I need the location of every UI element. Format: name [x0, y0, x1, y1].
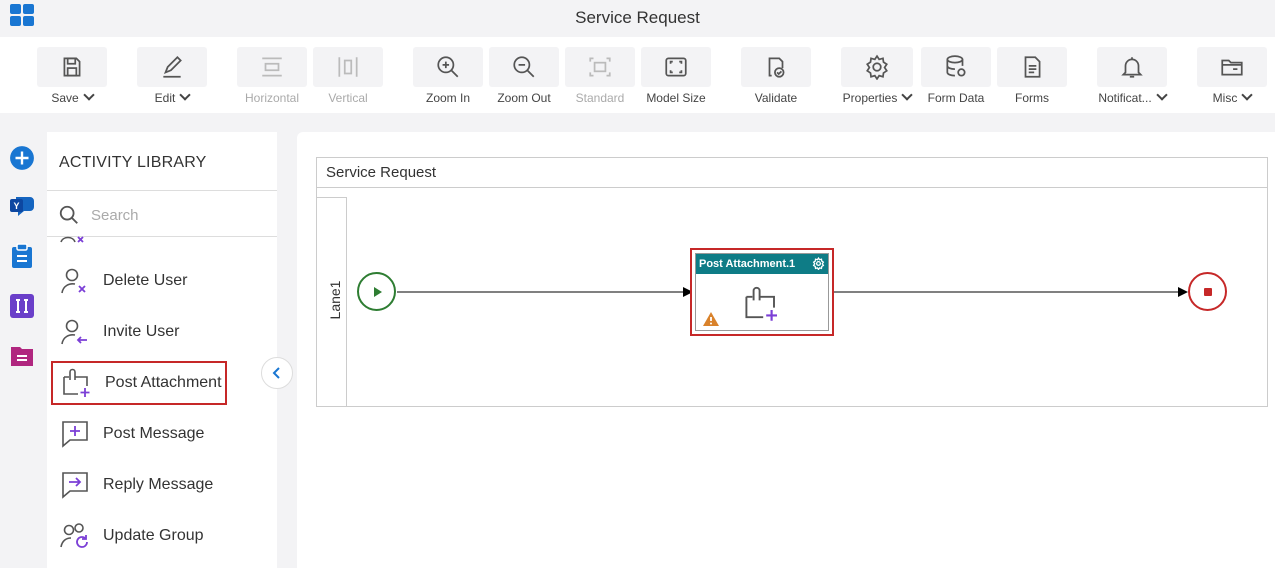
play-icon	[373, 286, 382, 297]
task-title: Post Attachment.1	[696, 254, 828, 274]
task-body: Post Attachment.1	[695, 253, 829, 331]
warning-icon	[702, 311, 720, 332]
stop-icon	[1203, 287, 1212, 296]
task-post-attachment[interactable]: Post Attachment.1	[690, 248, 834, 336]
post-attachment-icon	[742, 286, 782, 327]
end-event[interactable]	[1188, 272, 1227, 311]
start-event[interactable]	[357, 272, 396, 311]
task-settings-icon[interactable]	[812, 256, 825, 275]
connectors	[397, 287, 1188, 297]
